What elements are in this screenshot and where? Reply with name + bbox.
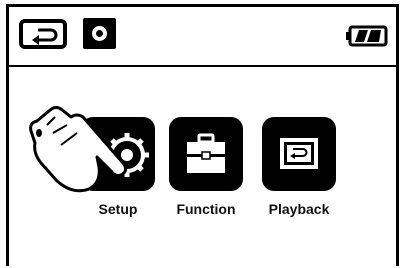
back-button[interactable]: [19, 19, 67, 49]
function-label: Function: [176, 201, 236, 217]
gear-icon: [105, 133, 149, 177]
battery-icon: [346, 25, 388, 47]
device-screen: Setup Function Playback: [6, 4, 399, 266]
setup-tile[interactable]: [81, 117, 155, 191]
back-arrow-icon: [32, 28, 58, 45]
camera-icon: [92, 26, 107, 41]
camera-button[interactable]: [83, 18, 116, 49]
function-tile[interactable]: [169, 117, 243, 191]
setup-label: Setup: [98, 201, 138, 217]
toolbox-icon: [187, 133, 225, 173]
playback-icon: [280, 138, 318, 169]
menu-item-playback[interactable]: Playback: [260, 117, 338, 217]
menu-item-function[interactable]: Function: [167, 117, 245, 217]
status-bar: [9, 7, 396, 67]
playback-label: Playback: [268, 201, 330, 217]
playback-tile[interactable]: [262, 117, 336, 191]
menu-item-setup[interactable]: Setup: [79, 117, 157, 217]
